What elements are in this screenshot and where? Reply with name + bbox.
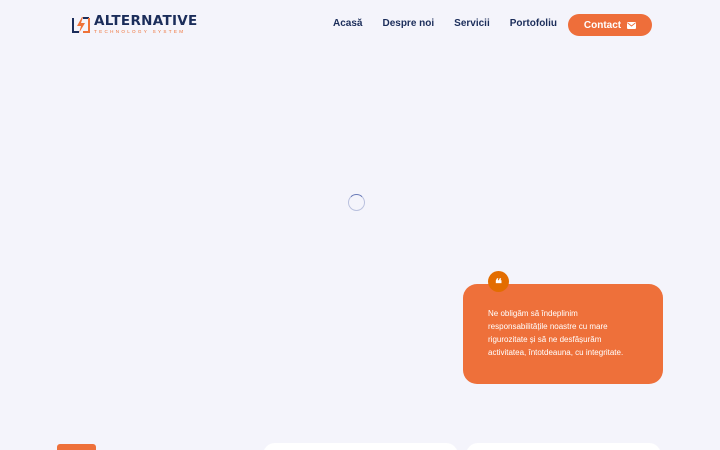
envelope-icon [627,21,637,29]
lightning-logo-icon [72,17,90,33]
main-nav: Acasă Despre noi Servicii Portofoliu [333,18,557,29]
contact-label: Contact [583,19,622,31]
nav-item-servicii[interactable]: Servicii [454,18,490,29]
site-logo[interactable]: ALTERNATIVE TECHNOLOGY SYSTEM [71,14,221,36]
contact-button[interactable]: Contact [568,14,652,36]
quote-icon: ❝ [488,271,509,292]
service-card-2 [466,443,661,450]
section-tag [57,444,96,450]
quote-card: Ne obligăm să îndeplinim responsabilităț… [463,284,663,384]
logo-title: ALTERNATIVE [94,12,198,29]
quote-text: Ne obligăm să îndeplinim responsabilităț… [488,309,624,357]
nav-item-acasa[interactable]: Acasă [333,18,362,29]
service-card-1 [263,443,458,450]
logo-subtitle: TECHNOLOGY SYSTEM [94,29,186,35]
loading-spinner-icon [348,194,365,211]
nav-item-despre-noi[interactable]: Despre noi [382,18,434,29]
nav-item-portofoliu[interactable]: Portofoliu [510,18,557,29]
